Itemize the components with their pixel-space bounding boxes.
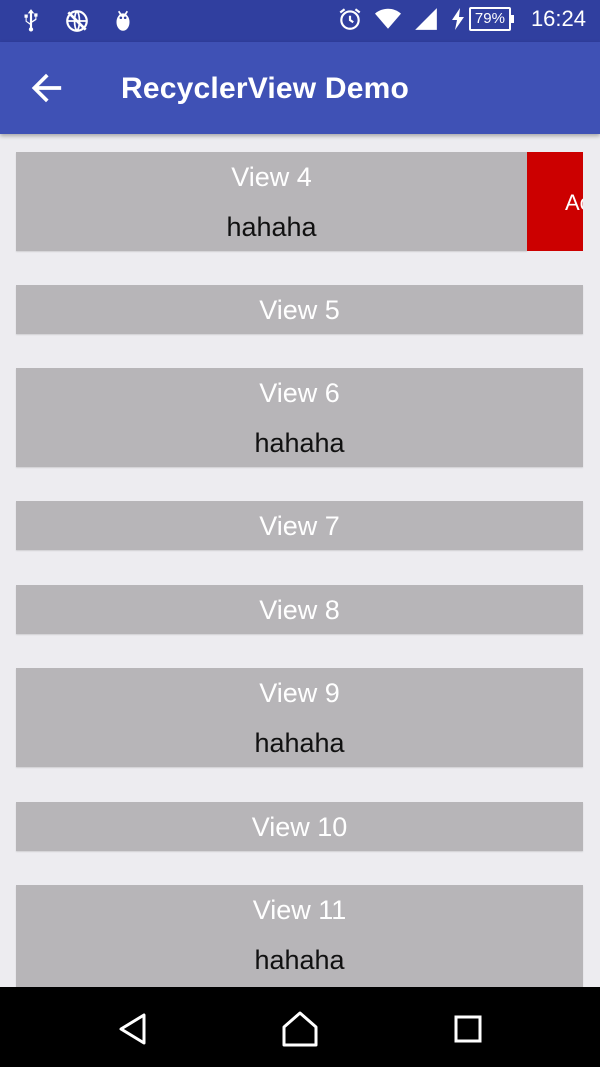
- list-item[interactable]: View 11 hahaha: [16, 885, 583, 987]
- list-item[interactable]: View 8: [16, 585, 583, 634]
- alarm-icon: [339, 8, 361, 30]
- recents-icon[interactable]: [448, 1009, 488, 1049]
- status-time: 16:24: [530, 6, 586, 31]
- swipe-action-button[interactable]: Ac: [527, 152, 583, 251]
- usb-icon: [24, 9, 38, 32]
- list-item[interactable]: View 9 hahaha: [16, 668, 583, 767]
- list-item[interactable]: View 5: [16, 285, 583, 334]
- list-item[interactable]: View 4 hahaha: [16, 152, 527, 251]
- item-title: View 8: [259, 595, 340, 625]
- recycler-list[interactable]: View 4 hahaha Ac View 5 View 6 hahaha Vi…: [0, 134, 600, 987]
- item-title: View 5: [259, 295, 340, 325]
- back-triangle-icon[interactable]: [114, 1009, 154, 1049]
- signal-icon: [415, 8, 437, 30]
- home-icon[interactable]: [280, 1009, 320, 1049]
- item-subtitle: hahaha: [254, 428, 345, 458]
- item-title: View 4: [231, 162, 312, 192]
- item-subtitle: hahaha: [254, 945, 345, 975]
- list-item[interactable]: View 7: [16, 501, 583, 550]
- status-bar: 79% 16:24: [0, 0, 600, 42]
- item-subtitle: hahaha: [254, 728, 345, 758]
- list-item[interactable]: View 10: [16, 802, 583, 851]
- app-bar: RecyclerView Demo: [0, 42, 600, 134]
- swipe-action-label: Ac: [565, 190, 583, 215]
- item-title: View 9: [259, 678, 340, 708]
- item-title: View 7: [259, 511, 340, 541]
- app-title: RecyclerView Demo: [121, 72, 410, 105]
- navigation-bar: [0, 987, 600, 1067]
- no-sim-data-icon: [66, 10, 88, 32]
- item-title: View 6: [259, 378, 340, 408]
- battery-level: 79%: [468, 7, 514, 31]
- list-item[interactable]: View 6 hahaha: [16, 368, 583, 467]
- item-title: View 11: [252, 895, 347, 925]
- wifi-icon: [374, 8, 401, 29]
- battery-indicator: 79%: [451, 7, 514, 31]
- charging-icon: [451, 8, 464, 30]
- arrow-back-icon[interactable]: [26, 68, 66, 108]
- item-subtitle: hahaha: [226, 212, 317, 242]
- android-debug-icon: [116, 10, 130, 31]
- item-title: View 10: [251, 812, 348, 842]
